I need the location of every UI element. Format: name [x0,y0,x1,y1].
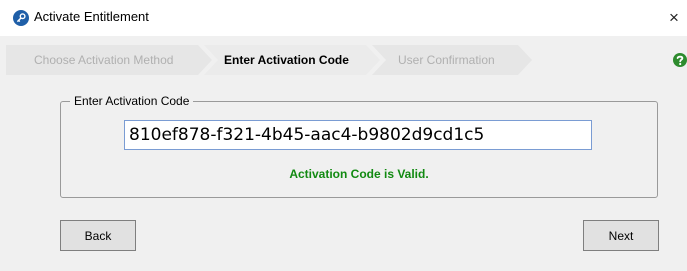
step-user-confirmation: User Confirmation [398,53,495,67]
close-icon: × [669,8,679,27]
next-button[interactable]: Next [583,220,659,251]
title-bar: Activate Entitlement × [0,0,687,36]
close-button[interactable]: × [661,0,687,36]
activation-code-input[interactable] [124,120,592,150]
activate-entitlement-window: Activate Entitlement × Choose Activation… [0,0,687,271]
help-icon[interactable] [673,52,687,68]
validation-status: Activation Code is Valid. [289,167,429,181]
window-title: Activate Entitlement [34,9,149,24]
wizard-steps: Choose Activation Method Enter Activatio… [6,45,666,75]
step-choose-activation-method: Choose Activation Method [34,53,174,67]
back-button[interactable]: Back [60,220,136,251]
step-enter-activation-code: Enter Activation Code [224,53,349,67]
key-icon [13,10,29,26]
group-label: Enter Activation Code [70,94,194,108]
